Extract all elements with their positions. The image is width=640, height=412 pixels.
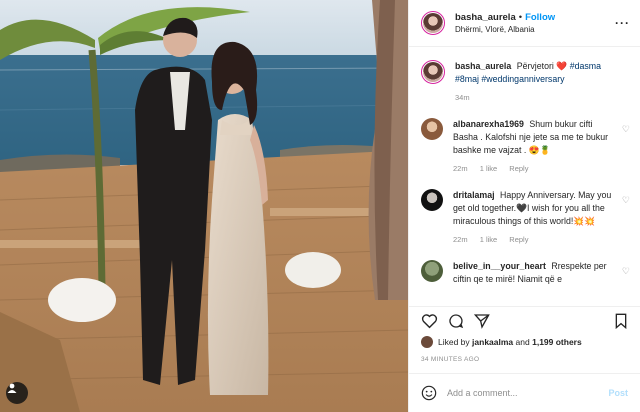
caption: basha_aurela Përvjetori ❤️ #dasma #8maj … <box>421 60 630 104</box>
more-options-icon[interactable]: ··· <box>615 16 630 30</box>
comment-body: dritalamaj Happy Anniversary. May you ge… <box>453 189 630 246</box>
likes-summary: Liked by jankaalma and 1,199 others <box>421 336 630 348</box>
wedding-couple-photo <box>0 0 408 412</box>
header-text: basha_aurela • Follow Dhërmi, Vlorë, Alb… <box>455 12 615 34</box>
comment-username[interactable]: belive_in__your_heart <box>453 261 546 271</box>
tagged-user-icon[interactable] <box>6 382 28 404</box>
comment-avatar[interactable] <box>421 189 443 211</box>
comment-likes[interactable]: 1 like <box>480 235 498 244</box>
caption-text: Përvjetori <box>516 61 554 71</box>
comment-reply-button[interactable]: Reply <box>509 164 528 173</box>
instagram-post: basha_aurela • Follow Dhërmi, Vlorë, Alb… <box>0 0 640 412</box>
caption-body: basha_aurela Përvjetori ❤️ #dasma #8maj … <box>455 60 630 104</box>
comment-bubble-icon[interactable] <box>448 313 464 329</box>
caption-heart-emoji: ❤️ <box>556 61 568 71</box>
comment-like-icon[interactable]: ♡ <box>622 266 630 277</box>
comment-username[interactable]: albanarexha1969 <box>453 119 524 129</box>
emoji-icon[interactable] <box>421 385 437 401</box>
likes-prefix: Liked by <box>438 337 470 347</box>
action-bar <box>409 306 640 334</box>
comment-item: albanarexha1969 Shum bukur cifti Basha .… <box>421 118 630 175</box>
comment-reply-button[interactable]: Reply <box>509 235 528 244</box>
post-side-panel: basha_aurela • Follow Dhërmi, Vlorë, Alb… <box>408 0 640 412</box>
comment-item: belive_in__your_heart Rrespekte per cift… <box>421 260 630 286</box>
liker-avatar <box>421 336 433 348</box>
header-separator: • <box>518 12 523 23</box>
post-timestamp: 34 MINUTES AGO <box>421 356 480 363</box>
add-comment-bar: Add a comment... Post <box>409 373 640 412</box>
caption-avatar[interactable] <box>421 60 445 84</box>
liker-username[interactable]: jankaalma <box>472 337 513 347</box>
comment-like-icon[interactable]: ♡ <box>622 124 630 135</box>
comment-avatar[interactable] <box>421 260 443 282</box>
comment-time: 22m <box>453 164 468 173</box>
likes-count[interactable]: 1,199 others <box>532 337 582 347</box>
save-bookmark-icon[interactable] <box>614 313 628 329</box>
share-paper-plane-icon[interactable] <box>474 313 490 329</box>
like-heart-icon[interactable] <box>421 313 438 329</box>
author-username[interactable]: basha_aurela <box>455 12 516 23</box>
author-avatar[interactable] <box>421 11 445 35</box>
comment-like-icon[interactable]: ♡ <box>622 195 630 206</box>
location-link[interactable]: Dhërmi, Vlorë, Albania <box>455 25 615 34</box>
post-photo[interactable] <box>0 0 408 412</box>
comment-avatar[interactable] <box>421 118 443 140</box>
post-comment-button[interactable]: Post <box>608 388 628 398</box>
add-comment-input[interactable]: Add a comment... <box>447 388 608 398</box>
post-header: basha_aurela • Follow Dhërmi, Vlorë, Alb… <box>409 0 640 47</box>
comment-likes[interactable]: 1 like <box>480 164 498 173</box>
follow-button[interactable]: Follow <box>525 12 555 23</box>
comment-body: belive_in__your_heart Rrespekte per cift… <box>453 260 630 286</box>
comment-body: albanarexha1969 Shum bukur cifti Basha .… <box>453 118 630 175</box>
comment-item: dritalamaj Happy Anniversary. May you ge… <box>421 189 630 246</box>
caption-username[interactable]: basha_aurela <box>455 61 511 71</box>
comment-time: 22m <box>453 235 468 244</box>
caption-time: 34m <box>455 93 470 102</box>
likes-middle: and <box>515 337 530 347</box>
comment-username[interactable]: dritalamaj <box>453 190 495 200</box>
comments-list[interactable]: basha_aurela Përvjetori ❤️ #dasma #8maj … <box>409 48 640 304</box>
